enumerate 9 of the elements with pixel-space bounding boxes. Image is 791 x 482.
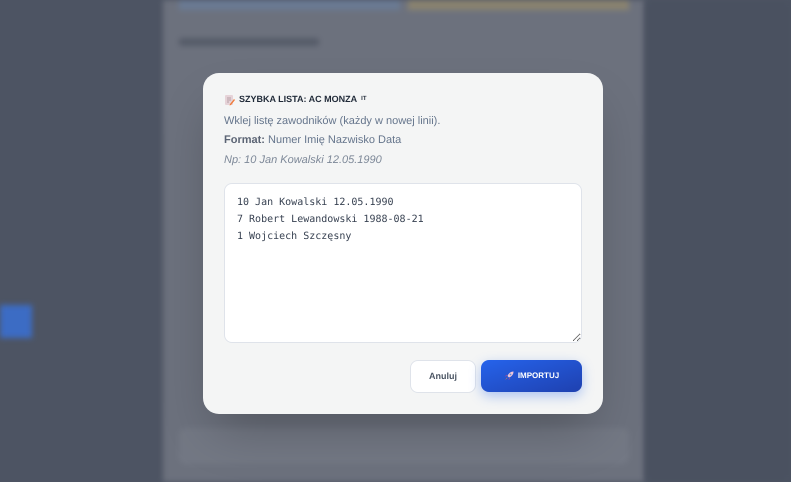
players-textarea[interactable]: 10 Jan Kowalski 12.05.1990 7 Robert Lewandowski 1988-08-21 1 Wojciech Szczęsny: [224, 183, 582, 343]
import-button[interactable]: IMPORTUJ: [481, 360, 582, 392]
dialog-title: SZYBKA LISTA: AC MONZA: [239, 93, 358, 106]
example-text: Np: 10 Jan Kowalski 12.05.1990: [224, 152, 383, 168]
cancel-button[interactable]: Anuluj: [410, 360, 476, 393]
memo-icon: [224, 94, 235, 106]
instruction-text: Wklej listę zawodników (każdy w nowej linii).: [224, 114, 442, 128]
format-text: Format: Numer Imię Nazwisko Data: [224, 133, 402, 148]
rocket-icon: [504, 371, 514, 381]
